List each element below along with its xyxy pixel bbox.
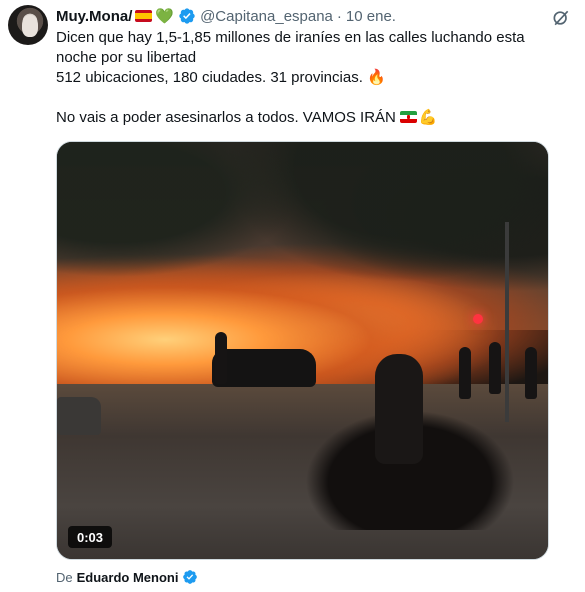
- video-duration-badge: 0:03: [68, 526, 112, 548]
- tweet-text: Dicen que hay 1,5-1,85 millones de iraní…: [56, 28, 556, 128]
- iran-flag-icon: [399, 111, 417, 123]
- video-player[interactable]: 0:03: [56, 141, 549, 560]
- parked-car-silhouette: [57, 397, 101, 435]
- person-silhouette: [489, 342, 501, 394]
- author-display-name[interactable]: Muy.Mona/: [56, 8, 132, 25]
- tweet-text-line-2: 512 ubicaciones, 180 ciudades. 31 provin…: [56, 68, 556, 88]
- header-separator: ·: [336, 7, 342, 25]
- tweet-text-line-3-content: No vais a poder asesinarlos a todos. VAM…: [56, 109, 396, 126]
- flexed-biceps-icon: 💪: [418, 109, 438, 126]
- source-prefix: De: [56, 569, 73, 585]
- tweet-text-line-2-content: 512 ubicaciones, 180 ciudades. 31 provin…: [56, 69, 363, 86]
- green-heart-icon: 💚: [155, 7, 175, 25]
- author-handle[interactable]: @Capitana_espana: [200, 8, 333, 25]
- tweet-date[interactable]: 10 ene.: [346, 8, 396, 25]
- verified-badge-icon: [183, 570, 198, 584]
- streetlight-pole: [505, 222, 509, 422]
- avatar[interactable]: [8, 5, 48, 45]
- source-name[interactable]: Eduardo Menoni: [77, 570, 179, 585]
- car-silhouette: [212, 349, 316, 387]
- verified-badge-icon[interactable]: [178, 7, 196, 25]
- grok-icon[interactable]: [551, 8, 571, 28]
- person-silhouette: [525, 347, 537, 399]
- spain-flag-icon: [135, 10, 153, 22]
- tweet-text-line-1: Dicen que hay 1,5-1,85 millones de iraní…: [56, 29, 525, 66]
- person-silhouette: [215, 332, 227, 384]
- video-source: De Eduardo Menoni: [56, 567, 198, 587]
- rider-silhouette: [375, 354, 423, 464]
- person-silhouette: [459, 347, 471, 399]
- traffic-light: [473, 314, 483, 324]
- tweet: Muy.Mona/ 💚 @Capitana_espana · 10 ene. D…: [0, 0, 585, 592]
- fire-icon: 🔥: [367, 69, 386, 86]
- tweet-header: Muy.Mona/ 💚 @Capitana_espana · 10 ene.: [56, 6, 396, 26]
- tweet-text-line-3: No vais a poder asesinarlos a todos. VAM…: [56, 108, 556, 128]
